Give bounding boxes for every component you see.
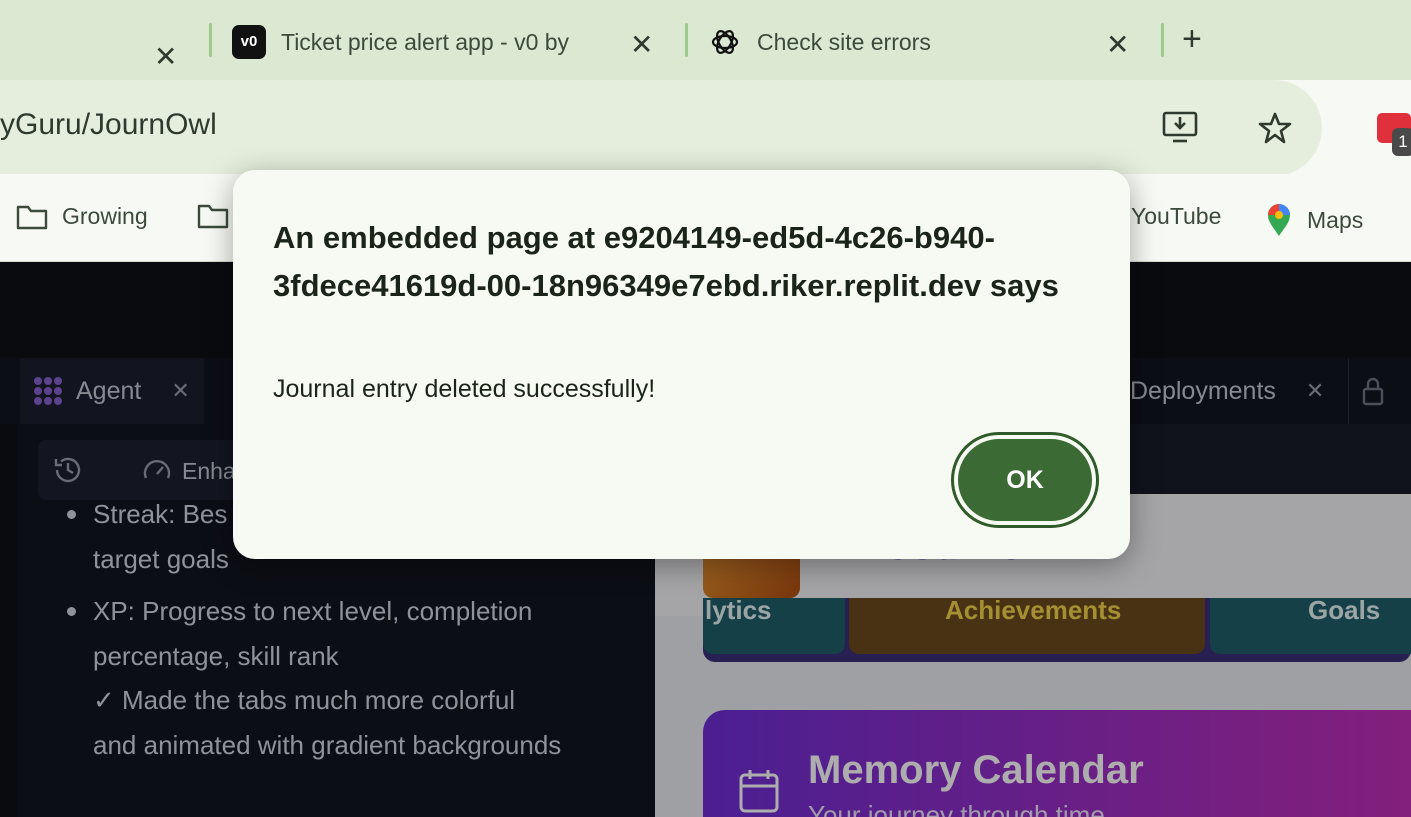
bookmark-label: Growing — [62, 203, 148, 229]
folder-icon — [197, 204, 229, 229]
tab-title: Ticket price alert app - v0 by — [281, 28, 570, 55]
bookmark-label: YouTube — [1131, 203, 1222, 229]
close-tab-icon[interactable]: ✕ — [630, 28, 653, 61]
close-tab-icon[interactable]: ✕ — [1106, 28, 1129, 61]
bookmark-star-icon[interactable] — [1258, 112, 1292, 149]
dialog-title: An embedded page at e9204149-ed5d-4c26-b… — [273, 220, 1059, 303]
address-bar[interactable]: yGuru/JournOwl — [0, 80, 1322, 176]
address-text: yGuru/JournOwl — [0, 108, 217, 141]
tab-separator — [209, 23, 212, 57]
tab-check-site-errors[interactable]: Check site errors — [710, 14, 1090, 70]
bookmark-label: Maps — [1307, 206, 1364, 233]
tab-separator — [685, 23, 688, 57]
bookmark-youtube[interactable]: YouTube — [1131, 203, 1221, 230]
close-tab-icon[interactable]: ✕ — [154, 28, 177, 84]
folder-icon — [16, 205, 48, 229]
tab-title: Check site errors — [757, 28, 931, 55]
alert-dialog: An embedded page at e9204149-ed5d-4c26-b… — [233, 170, 1130, 559]
install-app-icon[interactable] — [1162, 110, 1198, 149]
tab-separator — [1161, 23, 1164, 57]
openai-icon — [710, 27, 740, 57]
v0-icon: v0 — [232, 25, 266, 59]
bookmark-growing[interactable]: Growing — [16, 203, 148, 230]
tab-strip: ✕ v0 Ticket price alert app - v0 by ✕ Ch… — [0, 0, 1411, 80]
ok-button[interactable]: OK — [951, 432, 1099, 528]
extension-badge: 1 — [1392, 128, 1411, 156]
tab-ticket-price-alert[interactable]: v0 Ticket price alert app - v0 by — [232, 14, 582, 70]
bookmark-maps[interactable]: Maps — [1265, 203, 1363, 237]
maps-pin-icon — [1268, 204, 1290, 236]
new-tab-button[interactable]: + — [1182, 22, 1202, 56]
bookmark-folder[interactable] — [197, 203, 229, 229]
dialog-message: Journal entry deleted successfully! — [273, 375, 656, 403]
browser-toolbar: yGuru/JournOwl — [0, 80, 1411, 176]
